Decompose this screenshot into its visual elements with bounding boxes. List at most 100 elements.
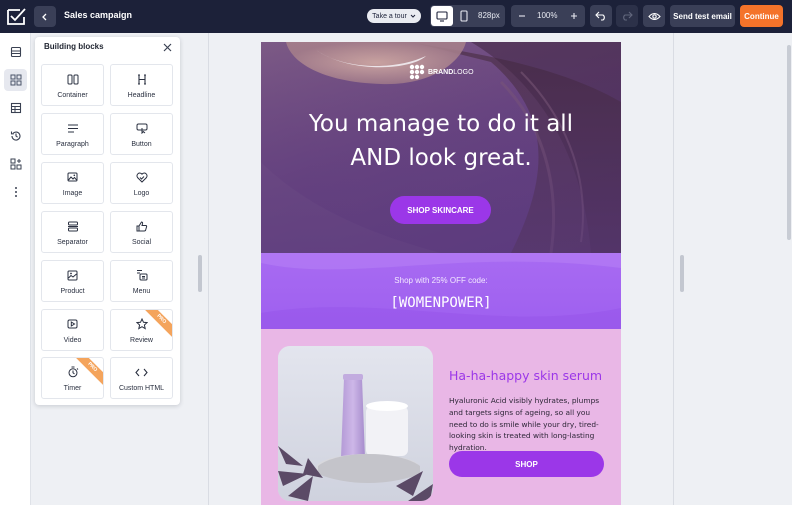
sections-icon xyxy=(10,102,21,114)
canvas-resize-handle-right[interactable] xyxy=(680,255,684,292)
rail-history-button[interactable] xyxy=(4,125,27,147)
block-label: Custom HTML xyxy=(118,385,165,392)
product-image[interactable] xyxy=(278,346,433,501)
rail-sections-button[interactable] xyxy=(4,97,27,119)
button-icon xyxy=(136,123,147,134)
block-label: Image xyxy=(62,190,83,197)
star-icon xyxy=(135,318,148,330)
undo-button[interactable] xyxy=(590,5,612,27)
email-preview: BRANDLOGO You manage to do it all AND lo… xyxy=(261,42,621,505)
container-icon xyxy=(67,74,78,84)
video-icon xyxy=(67,319,78,329)
block-label: Logo xyxy=(133,190,150,197)
block-product[interactable]: Product xyxy=(41,260,104,302)
hero-headline-line1: You manage to do it all xyxy=(308,111,574,137)
mobile-view-button[interactable] xyxy=(454,6,474,26)
image-icon xyxy=(67,172,78,182)
block-menu[interactable]: Menu xyxy=(110,260,173,302)
undo-icon xyxy=(595,11,605,21)
block-social[interactable]: Social xyxy=(110,211,173,253)
block-review[interactable]: Review PRO xyxy=(110,309,173,351)
logo-icon xyxy=(136,172,147,183)
menu-icon xyxy=(136,270,147,281)
templates-icon xyxy=(10,158,21,170)
redo-button[interactable] xyxy=(616,5,638,27)
hero-headline-line2: AND look great. xyxy=(350,145,532,171)
chevron-down-icon xyxy=(410,14,416,18)
promo-code: [WOMENPOWER] xyxy=(390,295,492,311)
block-label: Paragraph xyxy=(56,141,89,148)
serum-product-photo xyxy=(278,346,433,501)
app-logo-icon[interactable] xyxy=(6,6,27,27)
campaign-title: Sales campaign xyxy=(64,10,133,20)
paragraph-icon xyxy=(67,123,78,133)
eye-icon xyxy=(647,12,661,20)
device-switcher: 828px xyxy=(430,5,505,27)
social-thumbs-up-icon xyxy=(136,220,147,231)
send-test-email-button[interactable]: Send test email xyxy=(670,5,735,27)
redo-icon xyxy=(623,11,633,21)
rail-blocks-button[interactable] xyxy=(4,69,27,91)
block-timer[interactable]: Timer PRO xyxy=(41,357,104,399)
canvas-resize-handle-left[interactable] xyxy=(198,255,202,292)
promo-wave-decoration xyxy=(261,253,621,329)
panel-title: Building blocks xyxy=(44,42,104,51)
product-description: Hyaluronic Acid visibly hydrates, plumps… xyxy=(449,396,600,453)
shop-skincare-button[interactable]: SHOP SKINCARE xyxy=(390,196,491,224)
preview-button[interactable] xyxy=(643,5,665,27)
take-tour-label: Take a tour xyxy=(372,12,407,20)
blocks-grid-icon xyxy=(10,74,21,86)
product-section[interactable]: Ha-ha-happy skin serum Hyaluronic Acid v… xyxy=(261,329,621,505)
product-title: Ha-ha-happy skin serum xyxy=(449,368,603,383)
zoom-out-button[interactable] xyxy=(515,8,529,24)
block-logo[interactable]: Logo xyxy=(110,162,173,204)
history-icon xyxy=(10,131,21,141)
brand-name: BRAND xyxy=(428,68,454,76)
canvas-border-right xyxy=(673,33,674,505)
plus-icon xyxy=(571,13,577,19)
building-blocks-panel: Building blocks Container Headline Parag… xyxy=(35,37,180,405)
brand-logo[interactable]: BRANDLOGO xyxy=(409,64,474,80)
zoom-control: 100% xyxy=(511,5,585,27)
product-icon xyxy=(67,270,78,280)
zoom-level: 100% xyxy=(537,11,558,20)
rail-templates-button[interactable] xyxy=(4,153,27,175)
block-custom-html[interactable]: Custom HTML xyxy=(110,357,173,399)
block-label: Button xyxy=(131,141,152,148)
block-label: Container xyxy=(57,92,88,99)
minus-icon xyxy=(519,15,525,17)
brand-suffix: LOGO xyxy=(453,68,474,76)
block-container[interactable]: Container xyxy=(41,64,104,106)
block-paragraph[interactable]: Paragraph xyxy=(41,113,104,155)
block-video[interactable]: Video xyxy=(41,309,104,351)
hero-section[interactable]: BRANDLOGO You manage to do it all AND lo… xyxy=(261,42,621,253)
left-rail xyxy=(0,33,31,505)
promo-section[interactable]: Shop with 25% OFF code: [WOMENPOWER] xyxy=(261,253,621,329)
take-tour-button[interactable]: Take a tour xyxy=(367,9,421,23)
block-button[interactable]: Button xyxy=(110,113,173,155)
code-icon xyxy=(135,368,148,376)
close-icon xyxy=(163,43,171,51)
layers-icon xyxy=(10,46,21,58)
zoom-in-button[interactable] xyxy=(567,8,581,24)
rail-more-button[interactable] xyxy=(4,181,27,203)
block-label: Timer xyxy=(63,385,82,392)
canvas-width-label: 828px xyxy=(478,11,500,20)
block-headline[interactable]: Headline xyxy=(110,64,173,106)
block-label: Menu xyxy=(132,288,151,295)
block-separator[interactable]: Separator xyxy=(41,211,104,253)
rail-layers-button[interactable] xyxy=(4,41,27,63)
chevron-left-icon xyxy=(42,13,47,20)
vertical-scrollbar[interactable] xyxy=(787,45,791,240)
block-label: Social xyxy=(131,239,152,246)
shop-button[interactable]: SHOP xyxy=(449,451,604,477)
block-image[interactable]: Image xyxy=(41,162,104,204)
continue-button[interactable]: Continue xyxy=(740,5,783,27)
block-label: Product xyxy=(60,288,85,295)
panel-close-button[interactable] xyxy=(161,41,173,53)
desktop-view-button[interactable] xyxy=(431,6,453,26)
back-button[interactable] xyxy=(34,6,56,27)
block-label: Review xyxy=(130,337,153,344)
canvas-border-left xyxy=(208,33,209,505)
top-bar: Sales campaign Take a tour 828px 100% Se… xyxy=(0,0,792,33)
